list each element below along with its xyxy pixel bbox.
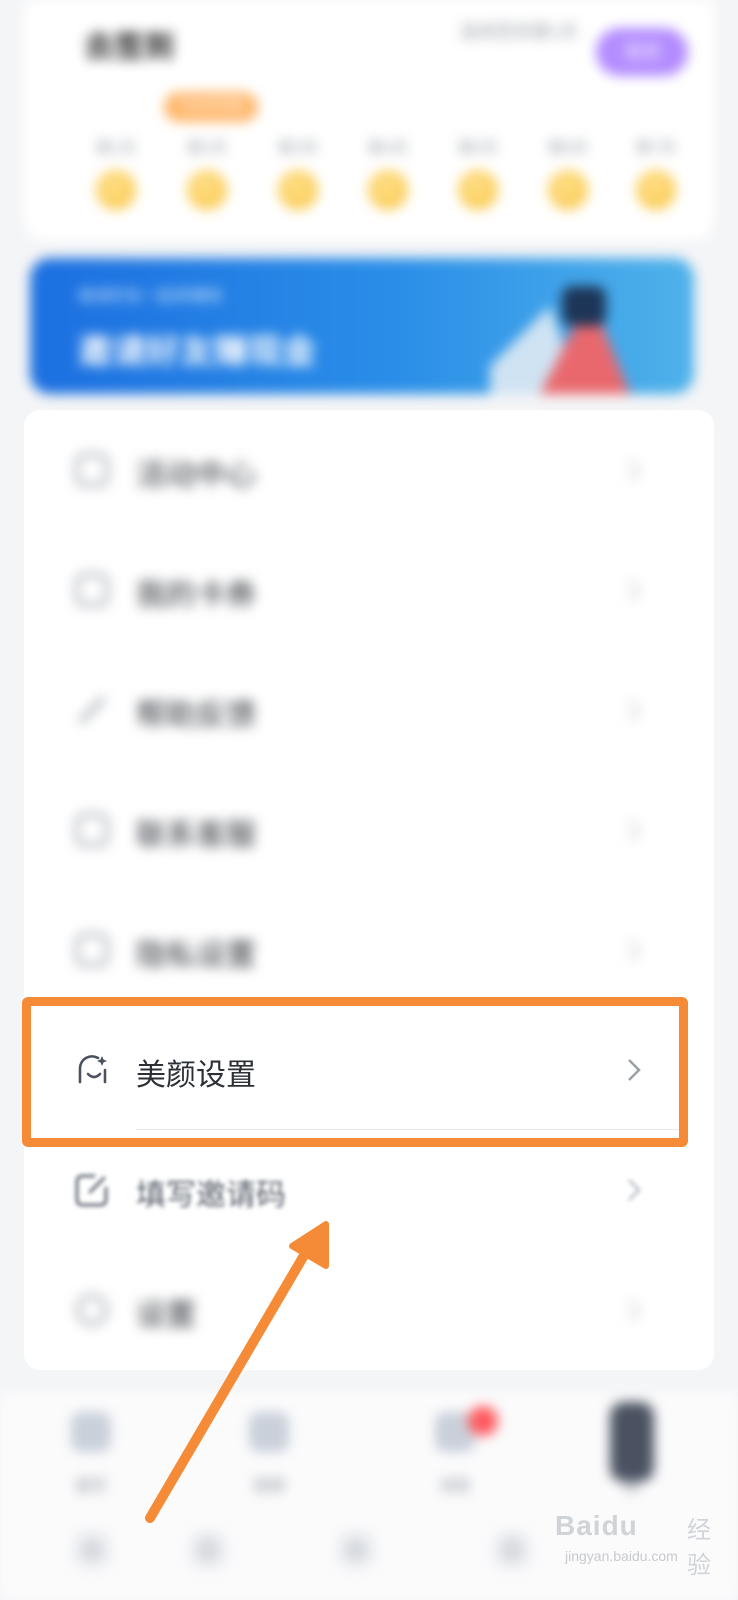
- day-label: 第7天: [635, 140, 677, 157]
- chevron-right-icon: [628, 579, 641, 601]
- home-key-icon[interactable]: [196, 1538, 220, 1562]
- watermark-cn: 经验: [687, 1517, 711, 1579]
- shield-icon: [75, 933, 109, 967]
- nav-item-home[interactable]: 首页: [46, 1412, 136, 1522]
- coin-icon: [278, 170, 318, 210]
- watermark-brand: Baidu: [555, 1510, 638, 1541]
- menu-item-label: 联系客服: [136, 819, 256, 852]
- invite-banner[interactable]: 邀请好友一起来赚钱 邀请好友赚现金: [30, 258, 694, 394]
- coin-icon: [636, 170, 676, 210]
- day-label: 第3天: [277, 140, 319, 157]
- recent-apps-icon[interactable]: [500, 1538, 524, 1562]
- service-icon: [75, 813, 109, 847]
- notification-badge: [468, 1406, 498, 1436]
- nav-item-video[interactable]: 视频: [224, 1412, 314, 1522]
- checkin-day[interactable]: 第7天: [626, 128, 686, 228]
- pencil-square-icon: [75, 1174, 108, 1207]
- menu-item-label: 我的卡券: [136, 579, 256, 612]
- coin-icon: [548, 170, 588, 210]
- checkin-day[interactable]: 第4天: [358, 128, 418, 228]
- menu-item-label: 填写邀请码: [136, 1179, 286, 1212]
- avatar: [610, 1402, 654, 1482]
- day-label: 第4天: [367, 140, 409, 157]
- menu-item-feedback[interactable]: 帮助反馈: [24, 650, 714, 770]
- day-label: 第6天: [547, 140, 589, 157]
- chevron-right-icon: [628, 819, 641, 841]
- menu-item-activity[interactable]: 活动中心: [24, 410, 714, 530]
- menu-item-label: 设置: [136, 1299, 196, 1332]
- settings-menu: 活动中心 我的卡券 帮助反馈 联系客服 隐私设置 美颜设置 填写邀请码 设置: [24, 410, 714, 1370]
- gift-icon: [75, 453, 109, 487]
- chevron-right-icon: [628, 699, 641, 721]
- chevron-right-icon: [628, 459, 641, 481]
- coin-icon: [96, 170, 136, 210]
- day-label: 第1天: [95, 140, 137, 157]
- coupon-icon: [75, 573, 109, 607]
- menu-icon[interactable]: [80, 1538, 104, 1562]
- watermark-url: jingyan.baidu.com: [565, 1548, 678, 1564]
- banner-subtitle: 邀请好友一起来赚钱: [78, 288, 223, 305]
- menu-item-privacy[interactable]: 隐私设置: [24, 890, 714, 1010]
- nav-label: 视频: [252, 1478, 285, 1495]
- checkin-title[interactable]: 去签到: [84, 22, 174, 66]
- checkin-day[interactable]: 第5天: [448, 128, 508, 228]
- checkin-day[interactable]: 第1天: [86, 128, 146, 228]
- beauty-face-icon: [78, 1055, 107, 1084]
- day-label: 第5天: [457, 140, 499, 157]
- menu-item-label: 隐私设置: [136, 939, 256, 972]
- today-badge: 今日可领: [164, 92, 258, 122]
- watermark: Baidu 经验 jingyan.baidu.com: [555, 1496, 725, 1579]
- checkin-button[interactable]: 签到: [596, 28, 688, 76]
- menu-item-beauty-settings[interactable]: 美颜设置: [24, 1010, 714, 1130]
- back-key-icon[interactable]: [344, 1538, 368, 1562]
- home-icon: [71, 1412, 111, 1452]
- video-icon: [249, 1412, 289, 1452]
- chevron-right-icon: [628, 1059, 641, 1081]
- checkin-days: 第1天 第2天 第3天 第4天 第5天 第6天 第7天: [86, 128, 696, 228]
- nav-item-messages[interactable]: 消息: [410, 1406, 500, 1522]
- checkin-day[interactable]: 第3天: [268, 128, 328, 228]
- edit-icon: [78, 696, 106, 724]
- banner-illustration: [490, 286, 630, 394]
- checkin-day[interactable]: 第6天: [538, 128, 598, 228]
- banner-title: 邀请好友赚现金: [78, 333, 316, 371]
- menu-item-invite-code[interactable]: 填写邀请码: [24, 1130, 714, 1250]
- menu-item-settings[interactable]: 设置: [24, 1250, 714, 1370]
- checkin-day[interactable]: 第2天: [177, 128, 237, 228]
- chevron-right-icon: [628, 1299, 641, 1321]
- nav-label: 首页: [74, 1478, 107, 1495]
- coin-icon: [187, 170, 227, 210]
- menu-item-service[interactable]: 联系客服: [24, 770, 714, 890]
- menu-item-coupons[interactable]: 我的卡券: [24, 530, 714, 650]
- chevron-right-icon: [628, 939, 641, 961]
- menu-item-label: 活动中心: [136, 459, 256, 492]
- menu-item-label: 帮助反馈: [136, 699, 256, 732]
- menu-item-label: 美颜设置: [136, 1059, 256, 1092]
- day-label: 第2天: [186, 140, 228, 157]
- checkin-streak-text: 连续签到第1天: [460, 22, 579, 42]
- coin-icon: [368, 170, 408, 210]
- coin-icon: [458, 170, 498, 210]
- settings-icon: [76, 1294, 108, 1326]
- nav-label: 消息: [438, 1478, 471, 1495]
- checkin-card: 去签到 连续签到第1天 签到 今日可领 第1天 第2天 第3天 第4天 第5天 …: [24, 0, 714, 240]
- nav-label: 我: [622, 1478, 639, 1495]
- chevron-right-icon: [628, 1179, 641, 1201]
